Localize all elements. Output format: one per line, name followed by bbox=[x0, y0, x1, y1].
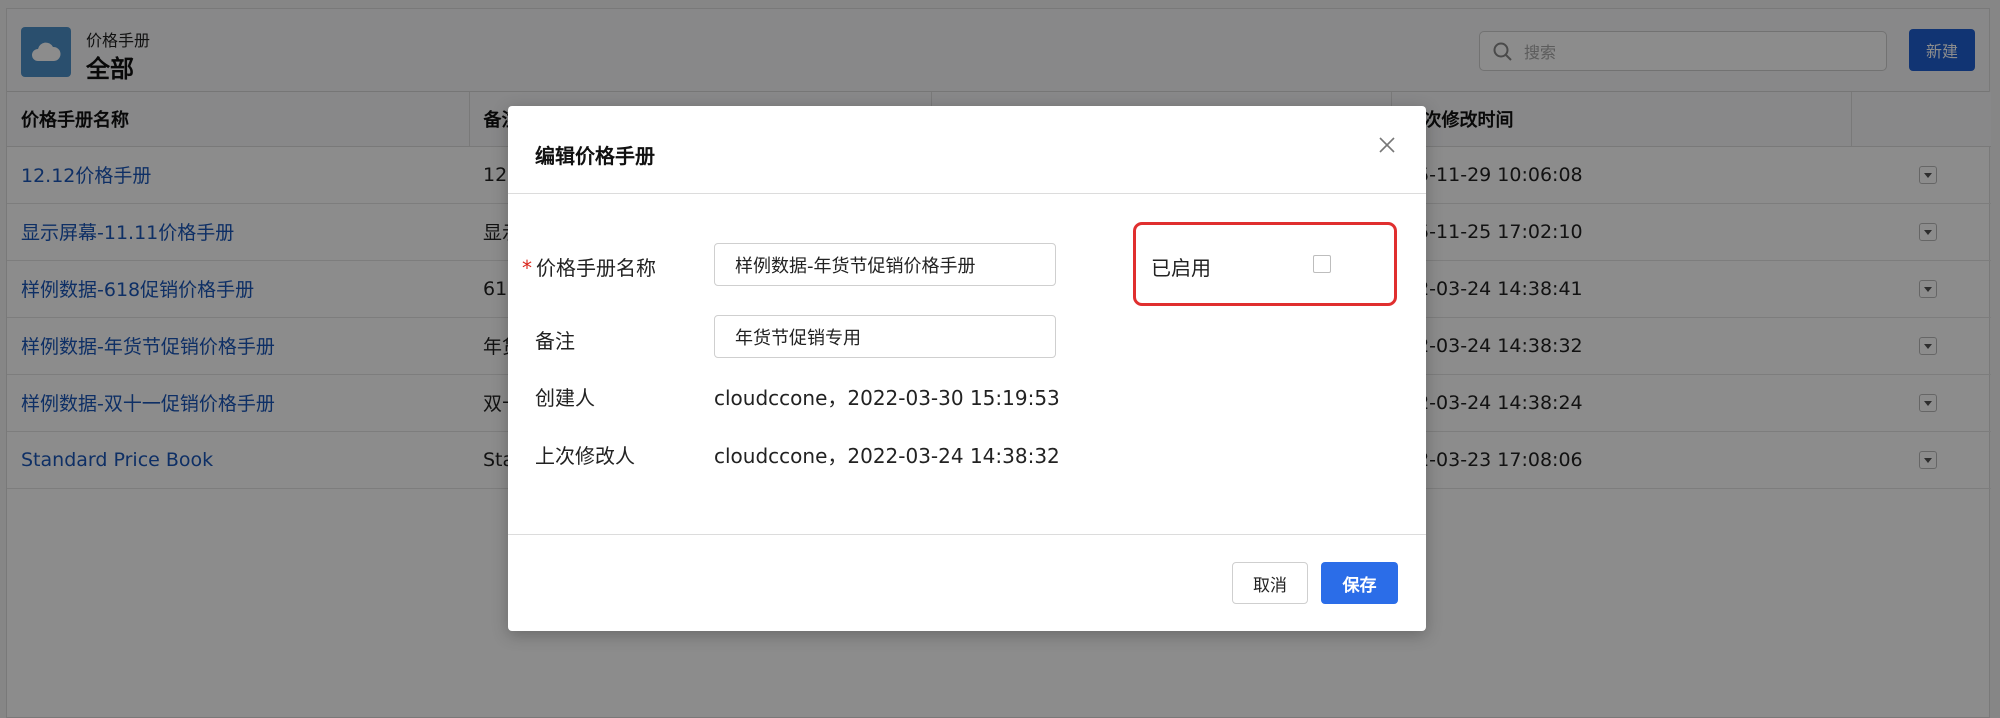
close-icon[interactable] bbox=[1376, 134, 1398, 156]
cancel-button[interactable]: 取消 bbox=[1232, 562, 1308, 604]
modifier-value: cloudccone，2022-03-24 14:38:32 bbox=[714, 444, 1060, 468]
modifier-label: 上次修改人 bbox=[535, 444, 635, 468]
enabled-checkbox[interactable] bbox=[1313, 255, 1331, 273]
price-book-name-input[interactable] bbox=[714, 243, 1056, 286]
edit-price-book-dialog: 编辑价格手册 *价格手册名称 备注 创建人 cloudccone，2022-03… bbox=[508, 106, 1426, 631]
name-label-text: 价格手册名称 bbox=[536, 256, 656, 280]
dialog-header: 编辑价格手册 bbox=[508, 106, 1426, 194]
creator-label: 创建人 bbox=[535, 386, 595, 410]
creator-value: cloudccone，2022-03-30 15:19:53 bbox=[714, 386, 1060, 410]
required-marker: * bbox=[522, 256, 532, 280]
dialog-footer: 取消 保存 bbox=[508, 534, 1426, 631]
note-field-label: 备注 bbox=[535, 329, 575, 353]
dialog-title: 编辑价格手册 bbox=[535, 144, 655, 168]
save-button[interactable]: 保存 bbox=[1321, 562, 1398, 604]
enabled-label: 已启用 bbox=[1151, 256, 1211, 280]
name-field-label: * 价格手册名称 bbox=[522, 252, 656, 281]
enabled-field-highlight: 已启用 bbox=[1133, 222, 1397, 306]
note-input[interactable] bbox=[714, 315, 1056, 358]
